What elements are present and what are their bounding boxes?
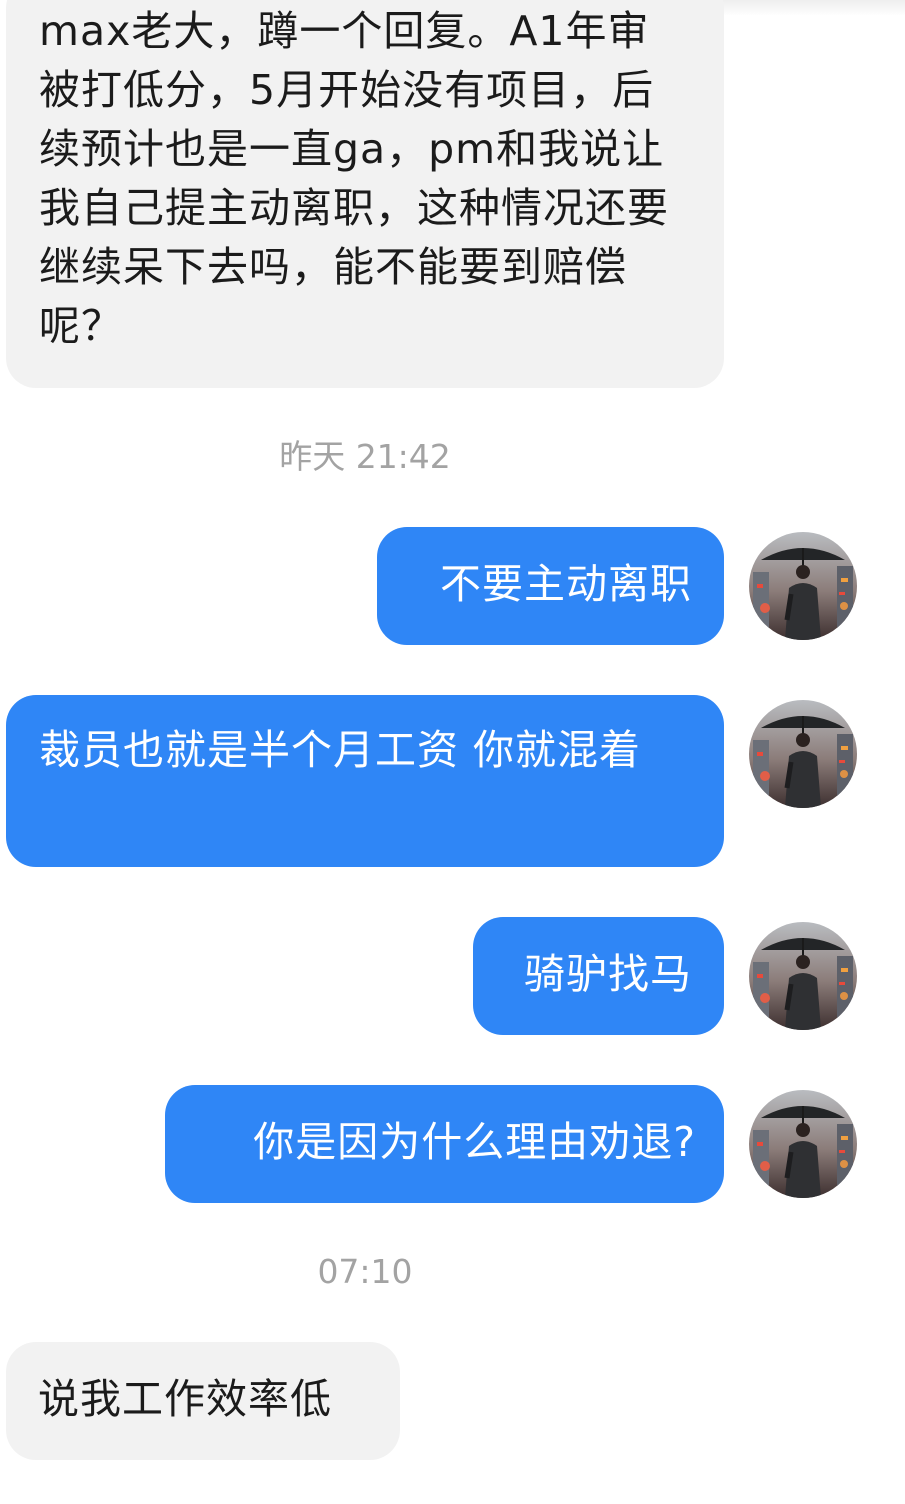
message-bubble-incoming[interactable]: max老大，蹲一个回复。A1年审被打低分，5月开始没有项目，后续预计也是一直ga… [6,0,724,388]
message-bubble-outgoing[interactable]: 你是因为什么理由劝退? [165,1085,724,1203]
user-avatar[interactable] [749,700,857,808]
user-avatar[interactable] [749,1090,857,1198]
user-avatar[interactable] [749,532,857,640]
umbrella-person-icon [749,532,857,640]
message-bubble-incoming[interactable]: 说我工作效率低 [6,1342,400,1460]
timestamp: 07:10 [317,1252,413,1291]
umbrella-person-icon [749,922,857,1030]
message-text: 裁员也就是半个月工资 你就混着 [39,726,642,774]
message-text: 不要主动离职 [440,560,692,608]
message-text: 你是因为什么理由劝退? [253,1118,696,1166]
message-bubble-outgoing[interactable]: 不要主动离职 [377,527,724,645]
message-bubble-outgoing[interactable]: 骑驴找马 [473,917,724,1035]
user-avatar[interactable] [749,922,857,1030]
message-bubble-outgoing[interactable]: 裁员也就是半个月工资 你就混着 [6,695,724,867]
message-text: max老大，蹲一个回复。A1年审被打低分，5月开始没有项目，后续预计也是一直ga… [39,7,669,350]
message-text: 说我工作效率低 [38,1375,332,1423]
top-edge-shadow [720,0,905,16]
message-text: 骑驴找马 [524,950,692,998]
umbrella-person-icon [749,1090,857,1198]
timestamp: 昨天 21:42 [279,437,451,476]
umbrella-person-icon [749,700,857,808]
